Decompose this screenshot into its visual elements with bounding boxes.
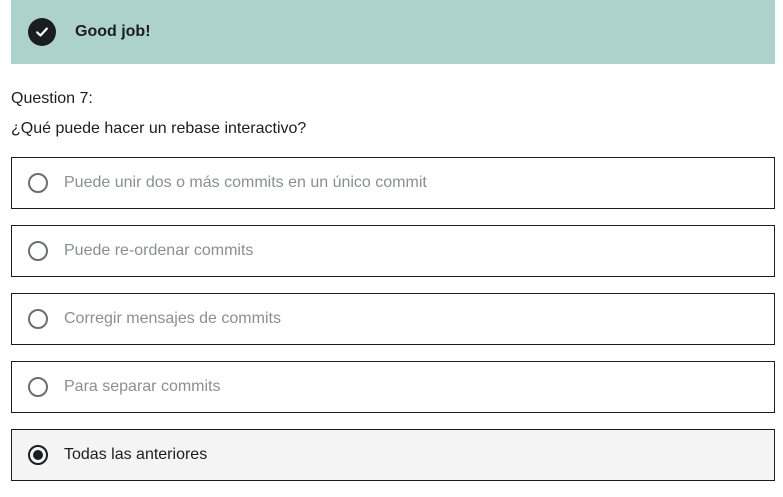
result-message: Good job! — [75, 23, 151, 40]
radio-button-checked[interactable] — [28, 445, 48, 465]
question-text: ¿Qué puede hacer un rebase interactivo? — [11, 120, 307, 137]
answer-label: Todas las anteriores — [64, 446, 208, 463]
result-banner: Good job! — [11, 0, 775, 64]
answer-option[interactable]: Corregir mensajes de commits — [11, 293, 775, 345]
answer-label: Puede unir dos o más commits en un único… — [64, 174, 427, 191]
answer-option[interactable]: Para separar commits — [11, 361, 775, 413]
answer-list: Puede unir dos o más commits en un único… — [11, 157, 775, 497]
answer-label: Para separar commits — [64, 378, 221, 395]
check-icon — [28, 18, 56, 46]
answer-option[interactable]: Puede re-ordenar commits — [11, 225, 775, 277]
answer-label: Corregir mensajes de commits — [64, 310, 281, 327]
radio-button[interactable] — [28, 377, 48, 397]
question-number: Question 7: — [11, 90, 93, 107]
radio-button[interactable] — [28, 241, 48, 261]
answer-option[interactable]: Puede unir dos o más commits en un único… — [11, 157, 775, 209]
radio-button[interactable] — [28, 309, 48, 329]
radio-button[interactable] — [28, 173, 48, 193]
answer-label: Puede re-ordenar commits — [64, 242, 254, 259]
answer-option-selected[interactable]: Todas las anteriores — [11, 429, 775, 481]
radio-dot — [33, 450, 43, 460]
